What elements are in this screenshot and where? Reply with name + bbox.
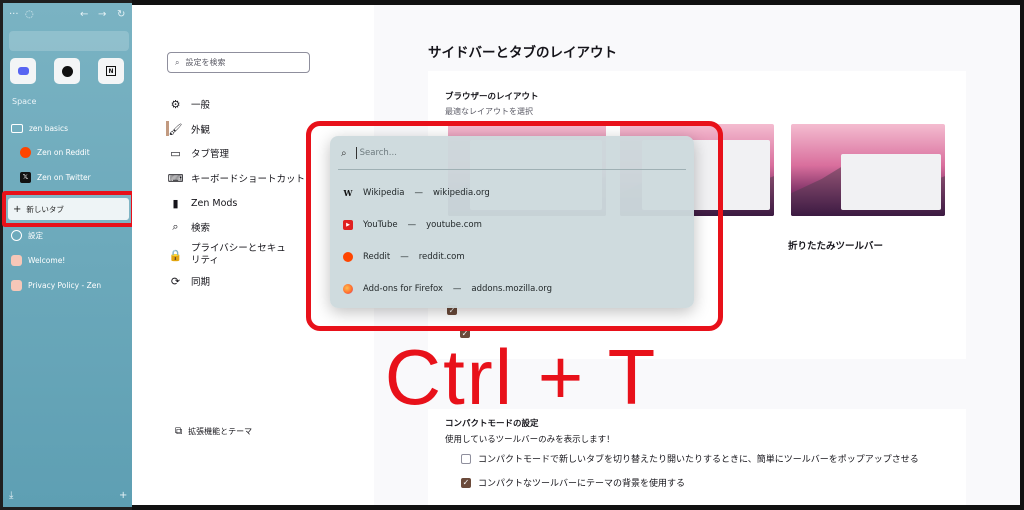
forward-arrow-icon[interactable]: →: [98, 9, 106, 20]
x-twitter-icon: 𝕏: [20, 171, 31, 183]
collapsed-toolbar-label: 折りたたみツールバー: [788, 241, 884, 252]
workspace-folder[interactable]: zen basics: [8, 118, 130, 138]
nav-item-label: キーボードショートカット: [191, 174, 306, 185]
gear-icon: ⚙: [170, 97, 181, 111]
checkbox[interactable]: ✓: [461, 477, 471, 488]
url-bar[interactable]: [9, 31, 129, 51]
gear-icon: [11, 229, 22, 241]
nav-item-label: 検索: [191, 223, 211, 234]
space-label: Space: [12, 97, 37, 106]
compact-mode-card: コンパクトモードの設定 使用しているツールバーのみを表示します！ コンパクトモー…: [428, 409, 966, 505]
option-label: コンパクトなツールバーにテーマの背景を使用する: [478, 479, 686, 489]
new-tab-highlight: + 新しいタブ: [2, 191, 135, 227]
search-icon: ⌕: [175, 57, 180, 67]
sync-icon: ⟳: [170, 274, 181, 288]
workspace-label: zen basics: [29, 123, 69, 133]
reload-icon[interactable]: ↻: [117, 9, 125, 20]
pinned-discord-tab[interactable]: [10, 58, 36, 84]
sidebar-tab-welcome[interactable]: Welcome!: [8, 250, 130, 270]
pinned-notion-tab[interactable]: N: [98, 58, 124, 84]
github-icon: [61, 65, 73, 77]
nav-item-label: 外観: [191, 125, 211, 136]
sidebar-tab-privacy-policy[interactable]: Privacy Policy - Zen: [8, 275, 130, 295]
sidebar-tab-label: Privacy Policy - Zen: [28, 280, 102, 290]
compact-option-popup[interactable]: コンパクトモードで新しいタブを切り替えたり開いたりするときに、簡単にツールバーを…: [461, 452, 919, 465]
keyboard-icon: ⌨: [167, 171, 184, 185]
search-placeholder: 設定を検索: [185, 58, 226, 67]
extensions-themes-link[interactable]: ⧉ 拡張機能とテーマ: [175, 426, 252, 437]
add-icon[interactable]: +: [119, 490, 127, 501]
settings-search-input[interactable]: ⌕ 設定を検索: [167, 52, 310, 73]
compact-description: 使用しているツールバーのみを表示します！: [445, 435, 615, 445]
sidebar-tab-label: Zen on Twitter: [37, 172, 91, 182]
nav-item-label: タブ管理: [191, 149, 230, 160]
zen-icon: [11, 254, 22, 266]
zen-sidebar: ··· ◌ ← → ↻ N Space zen basics Zen on Re…: [0, 0, 132, 510]
brush-icon: ▮: [172, 196, 179, 210]
zen-icon: [11, 279, 22, 291]
folder-icon: [11, 123, 23, 133]
paintbrush-icon: 🖌: [168, 122, 183, 136]
zen-logo-icon[interactable]: ◌: [25, 9, 34, 20]
sidebar-tab-twitter[interactable]: 𝕏 Zen on Twitter: [17, 167, 139, 187]
nav-item-label: プライバシーとセキュリティ: [191, 243, 286, 266]
lock-icon: 🔒: [168, 248, 183, 262]
back-arrow-icon[interactable]: ←: [80, 9, 88, 20]
compact-option-theme-bg[interactable]: ✓ コンパクトなツールバーにテーマの背景を使用する: [461, 476, 685, 489]
sidebar-tab-label: 設定: [28, 230, 43, 240]
nav-item-label: 同期: [191, 277, 211, 288]
search-icon: ⌕: [172, 220, 179, 233]
extensions-link-label: 拡張機能とテーマ: [188, 427, 253, 436]
layout-subheading: 最適なレイアウトを選択: [445, 107, 533, 116]
shortcut-annotation: Ctrl + T: [384, 332, 658, 421]
discord-icon: [17, 67, 29, 75]
nav-item-label: Zen Mods: [191, 197, 238, 209]
sidebar-tab-label: Welcome!: [28, 255, 66, 265]
nav-item-general[interactable]: ⚙ 一般: [169, 94, 374, 114]
plus-icon: +: [13, 203, 22, 215]
sidebar-tab-label: Zen on Reddit: [37, 147, 90, 157]
sidebar-tab-settings[interactable]: 設定: [8, 225, 130, 245]
option-label: コンパクトモードで新しいタブを切り替えたり開いたりするときに、簡単にツールバーを…: [478, 455, 919, 465]
menu-dots-icon[interactable]: ···: [9, 9, 19, 20]
puzzle-icon: ⧉: [175, 426, 183, 437]
new-tab-button[interactable]: + 新しいタブ: [8, 198, 129, 220]
checkbox[interactable]: [461, 453, 471, 464]
layout-option-collapsed-toolbar[interactable]: [791, 124, 945, 216]
popup-highlight-box: [306, 121, 723, 331]
tabs-icon: ▭: [170, 146, 181, 160]
reddit-icon: [20, 146, 31, 158]
nav-item-label: 一般: [191, 100, 211, 111]
pinned-github-tab[interactable]: [54, 58, 80, 84]
notion-icon: N: [106, 66, 116, 76]
download-icon[interactable]: ⤓: [9, 490, 13, 501]
sidebar-tab-reddit[interactable]: Zen on Reddit: [17, 142, 139, 162]
new-tab-label: 新しいタブ: [26, 204, 64, 214]
layout-heading: ブラウザーのレイアウト: [445, 92, 539, 102]
page-title: サイドバーとタブのレイアウト: [428, 45, 617, 61]
